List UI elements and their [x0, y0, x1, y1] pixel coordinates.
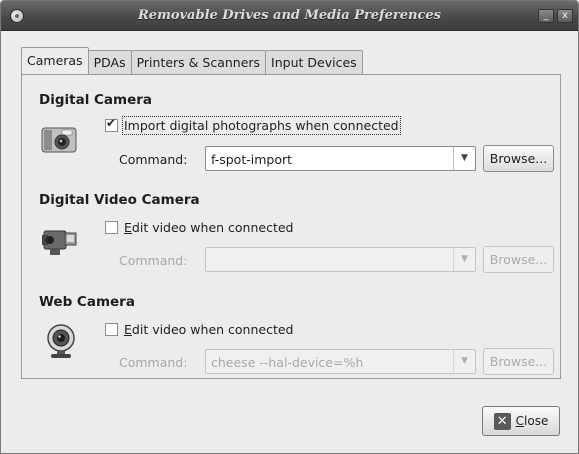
import-photos-label[interactable]: Import digital photographs when connecte…: [122, 116, 401, 135]
tab-printers-scanners[interactable]: Printers & Scanners: [130, 50, 267, 74]
tab-bar: Cameras PDAs Printers & Scanners Input D…: [21, 47, 363, 74]
webcam-command-value[interactable]: cheese --hal-device=%h: [211, 355, 363, 370]
camera-command-label: Command:: [119, 152, 188, 167]
tab-pdas[interactable]: PDAs: [87, 50, 132, 74]
preferences-window: Removable Drives and Media Preferences _…: [0, 0, 579, 454]
video-edit-option[interactable]: Edit video when connected: [105, 220, 294, 235]
video-edit-checkbox[interactable]: [105, 221, 118, 234]
camcorder-icon: [42, 230, 77, 255]
webcam-edit-label[interactable]: Edit video when connected: [124, 322, 294, 337]
video-command-label: Command:: [119, 253, 188, 268]
chevron-down-icon[interactable]: ▼: [453, 248, 475, 271]
digital-camera-heading: Digital Camera: [39, 92, 153, 108]
camera-command-value[interactable]: f-spot-import: [211, 152, 292, 167]
close-button[interactable]: ✕ Close: [482, 406, 560, 436]
camera-icon: [41, 127, 77, 153]
import-photos-checkbox[interactable]: [105, 116, 118, 132]
minimize-button[interactable]: _: [538, 9, 554, 23]
close-x-icon: ✕: [493, 412, 511, 430]
video-command-combo[interactable]: ▼: [205, 247, 476, 272]
title-bar[interactable]: Removable Drives and Media Preferences _…: [1, 1, 578, 31]
webcam-command-label: Command:: [119, 355, 188, 370]
webcam-icon: [47, 324, 75, 358]
chevron-down-icon[interactable]: ▼: [453, 147, 475, 170]
video-edit-label[interactable]: Edit video when connected: [124, 220, 294, 235]
camera-command-combo[interactable]: f-spot-import ▼: [205, 146, 476, 171]
video-camera-heading: Digital Video Camera: [39, 192, 200, 208]
webcam-browse-button[interactable]: Browse...: [483, 348, 554, 375]
camera-browse-button[interactable]: Browse...: [483, 145, 554, 172]
chevron-down-icon[interactable]: ▼: [453, 350, 475, 373]
tab-input-devices[interactable]: Input Devices: [265, 50, 363, 74]
webcam-command-combo[interactable]: cheese --hal-device=%h ▼: [205, 349, 476, 374]
import-photos-option[interactable]: Import digital photographs when connecte…: [105, 116, 401, 135]
webcam-edit-checkbox[interactable]: [105, 323, 118, 336]
web-camera-heading: Web Camera: [39, 294, 135, 310]
video-browse-button[interactable]: Browse...: [483, 246, 554, 273]
cameras-panel: Digital Camera Import digital photograph…: [21, 74, 561, 379]
tab-cameras[interactable]: Cameras: [21, 47, 89, 74]
window-close-button[interactable]: x: [557, 9, 573, 23]
webcam-edit-option[interactable]: Edit video when connected: [105, 322, 294, 337]
close-button-label: Close: [515, 414, 549, 428]
window-title: Removable Drives and Media Preferences: [138, 8, 441, 23]
